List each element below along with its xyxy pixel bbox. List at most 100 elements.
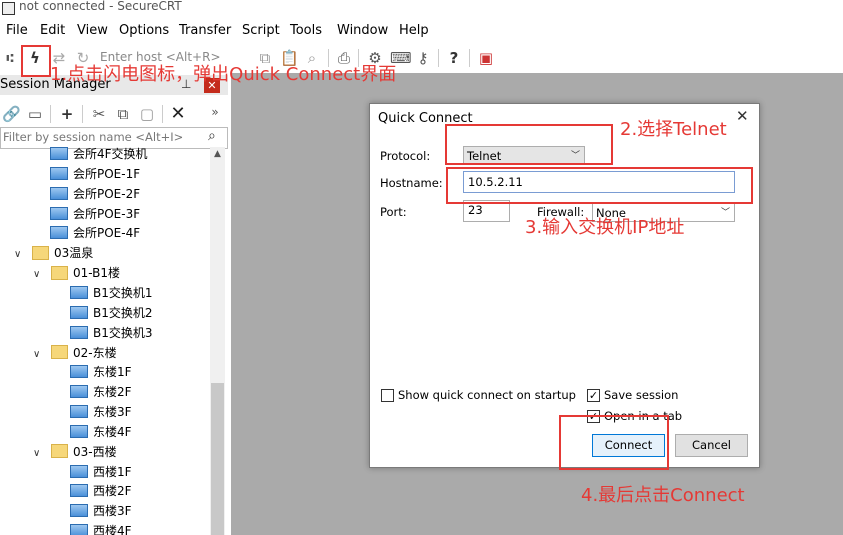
session-icon <box>70 424 88 438</box>
chevron-down-icon[interactable]: ∨ <box>14 245 26 265</box>
tree-folder[interactable]: ∨ 01-B1楼 <box>33 263 120 283</box>
menu-options[interactable]: Options <box>119 23 169 38</box>
dialog-close-icon[interactable]: ✕ <box>736 107 749 125</box>
protocol-label: Protocol: <box>380 149 431 163</box>
toolbar-separator <box>82 105 83 123</box>
tree-item-label: 西楼2F <box>93 484 132 499</box>
tree-session[interactable]: 东楼3F <box>70 402 132 422</box>
tree-item-label: 01-B1楼 <box>73 266 121 281</box>
tree-session[interactable]: 西楼1F <box>70 462 132 482</box>
annotation-step4: 4.最后点击Connect <box>581 485 745 506</box>
link-icon[interactable]: 🔗 <box>2 105 21 123</box>
tree-session[interactable]: B1交换机1 <box>70 283 153 303</box>
menu-script[interactable]: Script <box>242 23 280 38</box>
session-icon <box>70 325 88 339</box>
menu-help[interactable]: Help <box>399 23 429 38</box>
highlight-lightning <box>21 45 51 77</box>
tree-folder[interactable]: ∨ 02-东楼 <box>33 343 117 363</box>
highlight-protocol <box>445 124 613 165</box>
folder-icon <box>51 444 68 459</box>
connect-tree-icon[interactable]: ⑆ <box>3 49 17 67</box>
toolbar-separator <box>438 49 439 67</box>
tree-item-label: 会所POE-1F <box>73 166 141 181</box>
tree-item-label: B1交换机2 <box>93 305 153 320</box>
chevron-down-icon[interactable]: ∨ <box>33 345 45 365</box>
tree-item-label: B1交换机3 <box>93 325 153 340</box>
menu-view[interactable]: View <box>77 23 108 38</box>
save-session-checkbox[interactable]: ✓ <box>587 389 600 402</box>
tree-folder[interactable]: ∨ 03温泉 <box>14 243 93 263</box>
properties-icon[interactable]: ▭ <box>26 105 44 123</box>
port-label: Port: <box>380 205 407 219</box>
tree-item-label: B1交换机1 <box>93 285 153 300</box>
tree-item-label: 03温泉 <box>54 246 94 261</box>
tree-session[interactable]: 会所POE-1F <box>50 164 140 184</box>
session-icon <box>50 226 68 240</box>
highlight-connect <box>559 415 669 470</box>
annotation-step1: 1.点击闪电图标，弹出Quick Connect界面 <box>50 64 397 85</box>
tree-item-label: 02-东楼 <box>73 345 117 360</box>
tree-session[interactable]: B1交换机2 <box>70 303 153 323</box>
tree-session[interactable]: 东楼4F <box>70 422 132 442</box>
tree-session[interactable]: 东楼1F <box>70 362 132 382</box>
delete-icon[interactable]: ✕ <box>169 105 187 123</box>
tree-item-label: 东楼4F <box>93 424 132 439</box>
session-manager-toolbar: 🔗 ▭ + ✂ ⧉ ▢ ✕ » <box>0 103 228 125</box>
overflow-icon[interactable]: » <box>206 103 224 121</box>
tree-item-label: 会所POE-3F <box>73 206 141 221</box>
session-tree: 会所4F交换机 会所POE-1F 会所POE-2F 会所POE-3F 会所POE-4F ∨… <box>0 147 210 535</box>
tree-session[interactable]: 东楼2F <box>70 382 132 402</box>
search-icon[interactable]: ⌕ <box>208 128 216 144</box>
tree-session[interactable]: 会所POE-2F <box>50 184 140 204</box>
toolbar-separator <box>50 105 51 123</box>
sftp-icon[interactable]: ▣ <box>477 49 495 67</box>
copy-icon[interactable]: ⧉ <box>114 105 132 123</box>
cancel-button[interactable]: Cancel <box>675 434 748 457</box>
session-manager-panel: Session Manager ⊥ ✕ 🔗 ▭ + ✂ ⧉ ▢ ✕ » Filt… <box>0 73 230 535</box>
session-icon <box>70 365 88 379</box>
tree-item-label: 东楼3F <box>93 405 132 420</box>
session-icon <box>70 385 88 399</box>
tree-item-label: 西楼1F <box>93 464 132 479</box>
chevron-down-icon[interactable]: ∨ <box>33 265 45 285</box>
tree-session[interactable]: 会所POE-4F <box>50 223 140 243</box>
session-icon <box>70 305 88 319</box>
tree-session[interactable]: 会所4F交换机 <box>50 147 148 164</box>
menu-transfer[interactable]: Transfer <box>179 23 231 38</box>
toolbar-separator <box>469 49 470 67</box>
session-filter-input[interactable]: Filter by session name <Alt+I> ⌕ <box>0 127 228 149</box>
filter-placeholder: Filter by session name <Alt+I> <box>3 130 184 144</box>
folder-icon <box>51 345 68 359</box>
tree-folder[interactable]: ∨ 03-西楼 <box>33 442 117 462</box>
tree-scrollbar[interactable]: ▲ <box>210 147 225 535</box>
menu-edit[interactable]: Edit <box>40 23 65 38</box>
tree-item-label: 东楼2F <box>93 385 132 400</box>
tree-session[interactable]: 会所POE-3F <box>50 204 140 224</box>
chevron-down-icon[interactable]: ∨ <box>33 444 45 464</box>
help-icon[interactable]: ? <box>445 49 463 67</box>
session-icon <box>70 524 88 535</box>
session-icon <box>70 504 88 518</box>
menu-tools[interactable]: Tools <box>290 23 322 38</box>
annotation-step3: 3.输入交换机IP地址 <box>525 217 685 238</box>
session-icon <box>70 405 88 419</box>
save-session-label: Save session <box>604 388 679 402</box>
app-icon <box>2 2 15 15</box>
paste-icon[interactable]: ▢ <box>138 105 156 123</box>
tree-item-label: 会所POE-2F <box>73 186 141 201</box>
add-icon[interactable]: + <box>58 105 76 123</box>
tree-session[interactable]: 西楼3F <box>70 501 132 521</box>
session-icon <box>70 285 88 299</box>
tree-session[interactable]: 西楼4F <box>70 521 132 535</box>
tree-session[interactable]: 西楼2F <box>70 481 132 501</box>
cut-icon[interactable]: ✂ <box>90 105 108 123</box>
session-icon <box>50 147 68 160</box>
menu-window[interactable]: Window <box>337 23 388 38</box>
scroll-up-icon[interactable]: ▲ <box>210 147 225 162</box>
show-on-startup-checkbox[interactable] <box>381 389 394 402</box>
menu-file[interactable]: File <box>6 23 28 38</box>
scroll-thumb[interactable] <box>211 383 224 535</box>
title-bar: not connected - SecureCRT <box>0 0 843 18</box>
tree-session[interactable]: B1交换机3 <box>70 323 153 343</box>
key-icon[interactable]: ⚷ <box>414 49 432 67</box>
